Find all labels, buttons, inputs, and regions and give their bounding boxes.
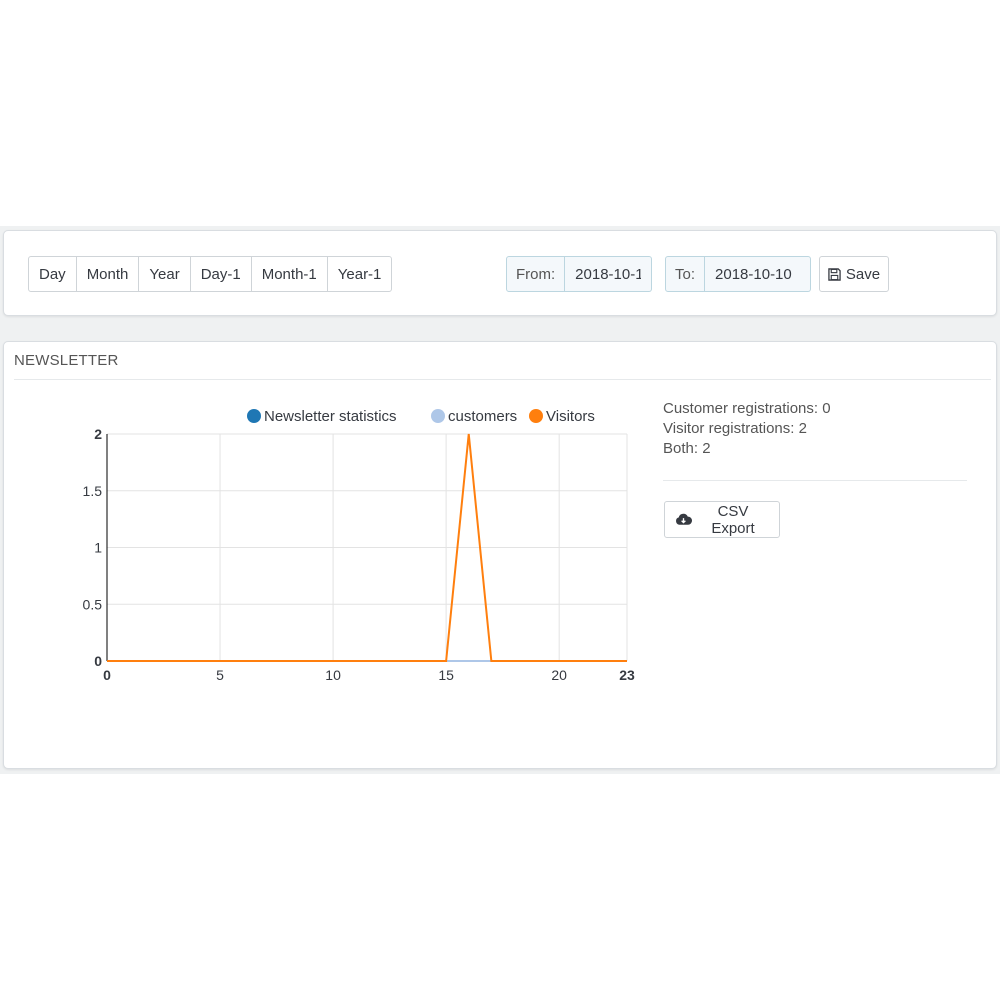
range-button-month[interactable]: Month (75, 256, 140, 292)
y-tick-label: 1.5 (83, 483, 103, 499)
floppy-disk-icon (828, 267, 841, 281)
to-label: To: (665, 256, 706, 292)
y-axis-tick-labels: 0 0.5 1 1.5 2 (83, 426, 103, 669)
y-tick-label: 2 (94, 426, 102, 442)
to-date-group: To: (665, 256, 812, 292)
y-tick-label: 0 (94, 653, 102, 669)
legend-marker (247, 409, 261, 423)
csv-export-button[interactable]: CSV Export (664, 501, 780, 538)
date-filter-panel: Day Month Year Day-1 Month-1 Year-1 From… (3, 230, 997, 316)
range-button-month-1[interactable]: Month-1 (250, 256, 328, 292)
legend-marker (431, 409, 445, 423)
legend-label: customers (448, 408, 517, 425)
y-tick-label: 1 (94, 540, 102, 556)
range-button-year-1[interactable]: Year-1 (326, 256, 393, 292)
cloud-download-icon (675, 513, 692, 526)
newsletter-panel: NEWSLETTER 0 0.5 1 1.5 2 0 5 10 15 20 23 Newslett… (3, 341, 997, 769)
range-button-day[interactable]: Day (28, 256, 77, 292)
x-tick-label: 23 (619, 667, 635, 683)
legend-label: Visitors (546, 408, 595, 425)
x-tick-label: 5 (216, 667, 224, 683)
x-axis-tick-labels: 0 5 10 15 20 23 (103, 667, 635, 683)
chart-grid (107, 433, 628, 661)
from-label: From: (506, 256, 566, 292)
chart-legend: Newsletter statistics customers Visitors (247, 408, 595, 425)
legend-marker (529, 409, 543, 423)
range-button-year[interactable]: Year (138, 256, 191, 292)
legend-label: Newsletter statistics (264, 408, 397, 425)
both-registrations: Both: 2 (663, 440, 711, 457)
save-button[interactable]: Save (819, 256, 889, 292)
x-tick-label: 0 (103, 667, 111, 683)
customer-registrations: Customer registrations: 0 (663, 400, 831, 417)
page: Day Month Year Day-1 Month-1 Year-1 From… (0, 0, 1000, 1000)
registration-stats: Customer registrations: 0 Visitor regist… (663, 399, 831, 459)
csv-export-label: CSV Export (711, 502, 755, 537)
x-tick-label: 15 (438, 667, 454, 683)
save-button-label: Save (845, 265, 881, 283)
stats-divider (663, 480, 967, 481)
range-button-group: Day Month Year Day-1 Month-1 Year-1 (28, 256, 393, 292)
y-tick-label: 0.5 (83, 596, 103, 612)
newsletter-chart: 0 0.5 1 1.5 2 0 5 10 15 20 23 Newsletter statisti… (83, 408, 635, 683)
x-tick-label: 20 (551, 667, 567, 683)
x-tick-label: 10 (325, 667, 341, 683)
visitor-registrations: Visitor registrations: 2 (663, 420, 807, 437)
from-date-input[interactable] (565, 256, 653, 292)
from-date-group: From: (506, 256, 653, 292)
to-date-input[interactable] (705, 256, 812, 292)
range-button-day-1[interactable]: Day-1 (189, 256, 252, 292)
